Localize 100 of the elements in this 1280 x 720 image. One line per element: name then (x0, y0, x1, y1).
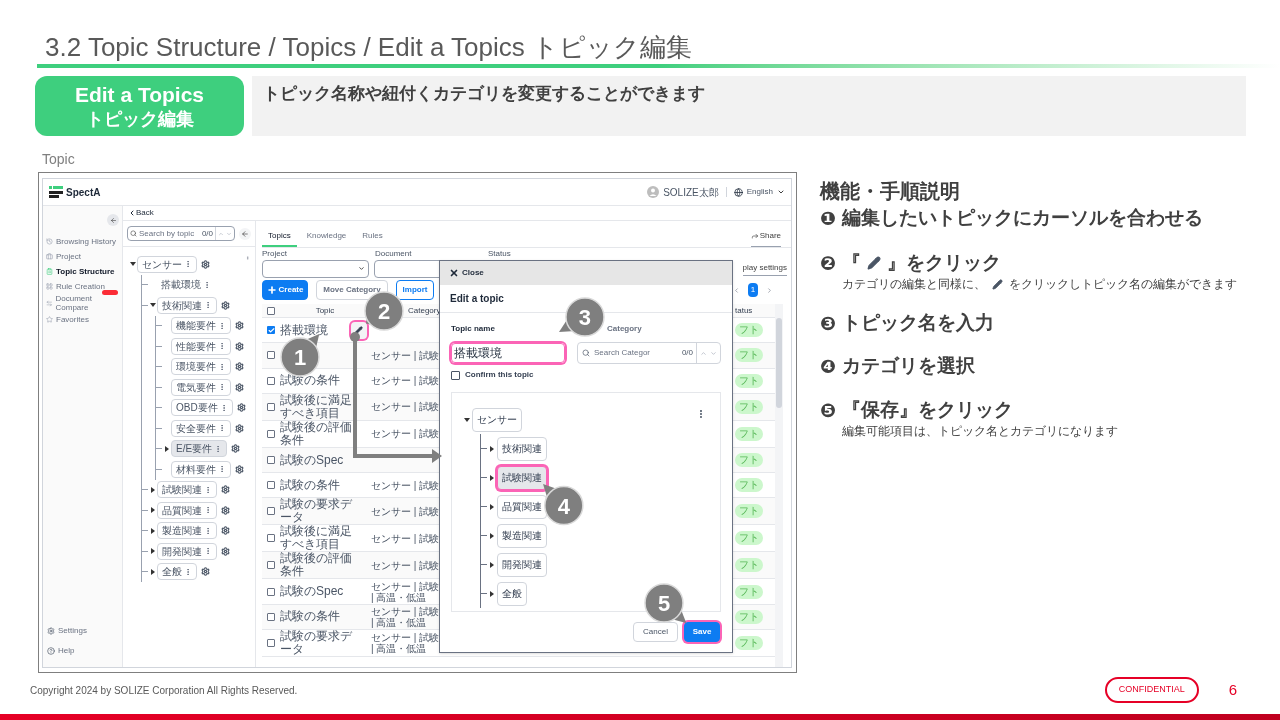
more-icon[interactable] (204, 301, 212, 310)
tree-node[interactable]: 品質関連 (157, 501, 217, 519)
collapse-button[interactable] (107, 214, 119, 226)
more-icon[interactable] (204, 506, 212, 515)
tab[interactable]: Rules (356, 230, 389, 247)
caret-icon[interactable] (489, 532, 495, 539)
scrollbar[interactable] (775, 304, 783, 667)
more-icon[interactable] (204, 526, 212, 535)
category-node[interactable]: 品質関連 (497, 494, 547, 519)
gear-icon[interactable] (221, 526, 230, 536)
row-checkbox[interactable] (267, 534, 275, 543)
tree-node[interactable]: 機能要件 (171, 317, 231, 335)
share-button[interactable]: Share (750, 230, 781, 247)
close-button[interactable]: Close (449, 267, 484, 279)
page-button[interactable]: 1 (748, 283, 758, 297)
caret-icon[interactable] (129, 261, 136, 268)
category-node[interactable]: 製造関連 (497, 523, 547, 548)
more-icon[interactable] (218, 362, 226, 371)
caret-icon[interactable] (464, 416, 470, 423)
confirm-checkbox[interactable] (451, 370, 460, 380)
caret-icon[interactable] (489, 474, 495, 481)
more-icon[interactable] (218, 465, 226, 474)
tree-node[interactable]: センサー (137, 255, 197, 273)
tree-node[interactable]: 技術関連 (157, 296, 217, 314)
caret-icon[interactable] (149, 302, 156, 309)
tree-node[interactable]: OBD要件 (171, 399, 233, 417)
gear-icon[interactable] (235, 464, 244, 474)
nav-item[interactable]: Help (43, 645, 122, 657)
tree-node[interactable]: 安全要件 (171, 419, 231, 437)
tree-node[interactable]: 試験関連 (157, 481, 217, 499)
nav-item[interactable]: Browsing History (43, 234, 122, 249)
more-icon[interactable] (218, 321, 226, 330)
gear-icon[interactable] (235, 341, 244, 351)
category-node[interactable]: 試験関連 (497, 465, 547, 490)
gear-icon[interactable] (221, 300, 230, 310)
tab[interactable]: Knowledge (300, 230, 353, 247)
gear-icon[interactable] (235, 362, 244, 372)
gear-icon[interactable] (235, 321, 244, 331)
nav-item[interactable]: Rule Creation (43, 279, 122, 294)
dialog-button[interactable]: Cancel (633, 622, 678, 642)
language-label[interactable]: English (746, 186, 773, 198)
gear-icon[interactable] (221, 546, 230, 556)
more-icon[interactable] (203, 280, 211, 289)
more-icon[interactable] (204, 485, 212, 494)
tree-node[interactable]: 電気要件 (171, 378, 231, 396)
category-node[interactable]: 技術関連 (497, 436, 547, 461)
tree-node[interactable]: 環境要件 (171, 358, 231, 376)
gear-icon[interactable] (201, 567, 210, 577)
row-checkbox[interactable] (267, 507, 275, 516)
caret-icon[interactable] (163, 445, 170, 452)
caret-icon[interactable] (149, 568, 156, 575)
row-checkbox[interactable] (267, 402, 275, 411)
gear-icon[interactable] (201, 259, 210, 269)
tree-node[interactable]: 性能要件 (171, 337, 231, 355)
project-select[interactable] (262, 259, 369, 278)
more-icon[interactable] (204, 547, 212, 556)
gear-icon[interactable] (235, 382, 244, 392)
action-button[interactable]: Import (396, 280, 434, 300)
row-checkbox[interactable] (267, 481, 275, 490)
category-node[interactable]: 全般 (497, 581, 527, 606)
gear-icon[interactable] (236, 403, 246, 413)
gear-icon[interactable] (221, 485, 230, 495)
more-icon[interactable] (218, 424, 226, 433)
topic-name-field[interactable]: 搭載環境 (451, 343, 565, 363)
nav-item[interactable]: Settings (43, 625, 122, 637)
tree-node[interactable]: 製造関連 (157, 522, 217, 540)
caret-icon[interactable] (489, 445, 495, 452)
nav-item[interactable]: Topic Structure (43, 264, 122, 279)
row-checkbox[interactable] (267, 326, 275, 335)
row-checkbox[interactable] (267, 376, 275, 385)
back-link[interactable]: Back (128, 207, 154, 219)
row-checkbox[interactable] (267, 351, 275, 360)
more-icon[interactable] (218, 383, 226, 392)
more-icon[interactable] (184, 260, 192, 269)
caret-icon[interactable] (489, 590, 495, 597)
tree-node[interactable]: E/E要件 (171, 440, 228, 458)
dialog-button[interactable]: Save (684, 622, 720, 642)
row-checkbox[interactable] (267, 429, 275, 438)
category-node[interactable]: センサー (472, 407, 522, 432)
tree-node[interactable]: 材料要件 (171, 460, 231, 478)
nav-item[interactable]: Project (43, 249, 122, 264)
caret-icon[interactable] (149, 486, 156, 493)
row-checkbox[interactable] (267, 456, 275, 465)
row-checkbox[interactable] (267, 587, 275, 596)
row-checkbox[interactable] (267, 612, 275, 621)
gear-icon[interactable] (231, 444, 241, 454)
row-checkbox[interactable] (267, 639, 275, 648)
gear-icon[interactable] (235, 423, 244, 433)
display-settings-button[interactable]: play settings (742, 261, 787, 276)
nav-item[interactable]: Favorites (43, 312, 122, 327)
category-node[interactable]: 開発関連 (497, 552, 547, 577)
nav-item[interactable]: Document Compare (43, 294, 122, 312)
caret-icon[interactable] (489, 503, 495, 510)
action-button[interactable]: Create (262, 280, 308, 300)
caret-icon[interactable] (149, 548, 156, 555)
more-icon[interactable] (184, 567, 192, 576)
caret-icon[interactable] (149, 527, 156, 534)
globe-icon[interactable] (733, 187, 743, 197)
select-all-checkbox[interactable] (267, 306, 275, 315)
tree-node[interactable]: 開発関連 (157, 542, 217, 560)
